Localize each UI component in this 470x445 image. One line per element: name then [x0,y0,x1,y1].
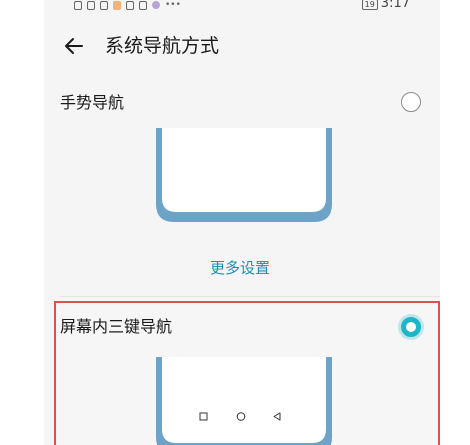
battery-indicator: 19 [361,0,378,10]
option-three-key-navigation[interactable]: 屏幕内三键导航 [54,301,440,445]
data-icon [100,0,108,10]
gesture-navigation-radio[interactable] [401,92,421,112]
three-key-phone-illustration [156,357,332,445]
clock: 3:17 [380,0,410,11]
app-notification-icon [152,1,160,9]
more-settings-link[interactable]: 更多设置 [210,257,270,279]
three-key-navigation-radio[interactable] [401,317,421,337]
app-header: 系统导航方式 [44,26,440,68]
status-icons-right: 19 3:17 [361,0,410,11]
arrow-left-icon [65,38,83,54]
option-label: 屏幕内三键导航 [60,317,173,336]
wifi-icon [87,0,95,10]
sim-icon [74,0,82,10]
gesture-phone-illustration [156,128,332,222]
option-label: 手势导航 [60,93,125,112]
status-bar: ••• 19 3:17 [44,0,440,14]
app-notification-icon [113,0,121,10]
facebook-icon [139,0,147,10]
app-notification-icon [126,0,134,10]
status-icons-left: ••• [74,0,181,10]
more-notifications-icon: ••• [165,0,181,10]
divider [60,296,440,297]
page-title: 系统导航方式 [105,35,220,57]
settings-screen: ••• 19 3:17 系统导航方式 手势导航 更多设置 屏幕内三键导航 [44,0,440,445]
back-button[interactable] [62,34,86,58]
